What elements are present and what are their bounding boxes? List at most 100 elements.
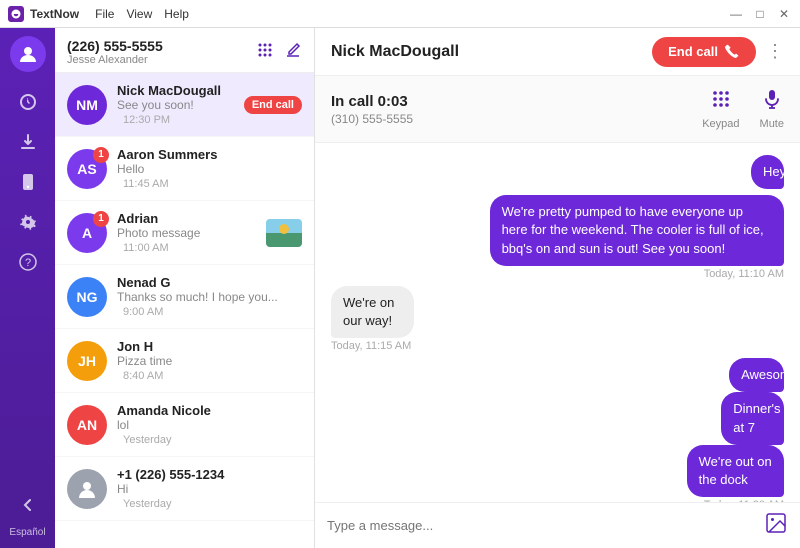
msg-group-awesome: Awesome! Dinner's at 7 We're out on the … bbox=[331, 358, 784, 502]
sidebar-bottom: Español bbox=[9, 487, 45, 548]
contact-preview-aaron: Hello bbox=[117, 162, 302, 176]
contact-time-unknown: Yesterday bbox=[123, 498, 302, 510]
sidebar-item-phone[interactable] bbox=[10, 164, 46, 200]
contact-info-amanda: Amanda Nicole lol Yesterday bbox=[117, 403, 302, 446]
menu-file[interactable]: File bbox=[95, 7, 114, 21]
contact-name-aaron: Aaron Summers bbox=[117, 147, 302, 162]
language-label[interactable]: Español bbox=[9, 527, 45, 538]
keypad-label: Keypad bbox=[702, 118, 739, 130]
titlebar: TextNow File View Help — □ ✕ bbox=[0, 0, 800, 28]
sidebar-item-back[interactable] bbox=[9, 487, 45, 523]
sidebar-item-settings[interactable] bbox=[10, 204, 46, 240]
main-layout: ? Español (226) 555-5555 Jesse Alexander bbox=[0, 28, 800, 548]
close-button[interactable]: ✕ bbox=[776, 7, 792, 21]
call-status: In call 0:03 bbox=[331, 93, 413, 110]
messages-area: Hey! We're pretty pumped to have everyon… bbox=[315, 143, 800, 502]
call-info: In call 0:03 (310) 555-5555 bbox=[331, 93, 413, 126]
app-icon bbox=[8, 6, 24, 22]
contact-time-jonh: 8:40 AM bbox=[123, 370, 302, 382]
chat-panel: Nick MacDougall End call ⋮ In call 0:03 … bbox=[315, 28, 800, 548]
menu-view[interactable]: View bbox=[126, 7, 152, 21]
contact-item-jonh[interactable]: JH Jon H Pizza time 8:40 AM bbox=[55, 329, 314, 393]
contact-info-nenadg: Nenad G Thanks so much! I hope you... 9:… bbox=[117, 275, 302, 318]
dialpad-icon[interactable] bbox=[256, 41, 274, 64]
contact-preview-unknown: Hi bbox=[117, 482, 302, 496]
user-avatar[interactable] bbox=[10, 36, 46, 72]
badge-aaron: 1 bbox=[93, 147, 109, 163]
msg-time: Today, 11:10 AM bbox=[704, 268, 784, 280]
msg-bubble: We're on our way! bbox=[331, 286, 414, 338]
phone-owner-name: Jesse Alexander bbox=[67, 54, 256, 66]
contact-name-nenadg: Nenad G bbox=[117, 275, 302, 290]
sidebar: ? Español bbox=[0, 28, 55, 548]
compose-icon[interactable] bbox=[284, 41, 302, 64]
msg-bubble: Hey! bbox=[751, 155, 784, 189]
mute-button[interactable]: Mute bbox=[760, 88, 784, 130]
msg-bubble: Awesome! bbox=[729, 358, 784, 392]
window-controls: — □ ✕ bbox=[728, 7, 792, 21]
sidebar-item-download[interactable] bbox=[10, 124, 46, 160]
avatar-nenadg: NG bbox=[67, 277, 107, 317]
contact-item-nick[interactable]: NM Nick MacDougall See you soon! 12:30 P… bbox=[55, 73, 314, 137]
svg-text:?: ? bbox=[24, 257, 30, 269]
image-send-icon[interactable] bbox=[764, 511, 788, 541]
chat-header-actions: End call ⋮ bbox=[652, 37, 784, 67]
msg-bubble: We're out on the dock bbox=[687, 445, 784, 497]
msg-group-pumped: We're pretty pumped to have everyone up … bbox=[331, 195, 784, 280]
contact-info-aaron: Aaron Summers Hello 11:45 AM bbox=[117, 147, 302, 190]
keypad-button[interactable]: Keypad bbox=[702, 88, 739, 130]
mute-label: Mute bbox=[760, 118, 784, 130]
message-input[interactable] bbox=[327, 518, 756, 533]
contact-name-nick: Nick MacDougall bbox=[117, 83, 244, 98]
contact-preview-adrian: Photo message bbox=[117, 226, 260, 240]
contact-info-adrian: Adrian Photo message 11:00 AM bbox=[117, 211, 260, 254]
contact-item-aaron[interactable]: 1 AS Aaron Summers Hello 11:45 AM bbox=[55, 137, 314, 201]
avatar-adrian: 1 A bbox=[67, 213, 107, 253]
contact-time-aaron: 11:45 AM bbox=[123, 178, 302, 190]
contact-list: NM Nick MacDougall See you soon! 12:30 P… bbox=[55, 73, 314, 548]
end-call-button[interactable]: End call bbox=[652, 37, 756, 67]
contact-preview-nick: See you soon! bbox=[117, 98, 244, 112]
app-name: TextNow bbox=[30, 7, 79, 21]
msg-row: Dinner's at 7 bbox=[687, 392, 784, 444]
keypad-icon bbox=[710, 88, 732, 116]
contact-panel: (226) 555-5555 Jesse Alexander bbox=[55, 28, 315, 548]
contact-name-amanda: Amanda Nicole bbox=[117, 403, 302, 418]
contact-header-icons bbox=[256, 41, 302, 64]
avatar-jonh: JH bbox=[67, 341, 107, 381]
msg-group-onway: We're on our way! Today, 11:15 AM bbox=[331, 286, 784, 352]
chat-header: Nick MacDougall End call ⋮ bbox=[315, 28, 800, 76]
menu-bar: File View Help bbox=[95, 7, 189, 21]
contact-info-unknown: +1 (226) 555-1234 Hi Yesterday bbox=[117, 467, 302, 510]
contact-item-nenadg[interactable]: NG Nenad G Thanks so much! I hope you...… bbox=[55, 265, 314, 329]
msg-row: We're pretty pumped to have everyone up … bbox=[331, 195, 784, 266]
maximize-button[interactable]: □ bbox=[752, 7, 768, 21]
msg-bubble: We're pretty pumped to have everyone up … bbox=[490, 195, 784, 266]
call-number: (310) 555-5555 bbox=[331, 112, 413, 126]
call-bar: In call 0:03 (310) 555-5555 Keypad bbox=[315, 76, 800, 143]
contact-time-amanda: Yesterday bbox=[123, 434, 302, 446]
msg-row: Hey! bbox=[733, 155, 784, 189]
badge-adrian: 1 bbox=[93, 211, 109, 227]
mute-icon bbox=[761, 88, 783, 116]
contact-name-jonh: Jon H bbox=[117, 339, 302, 354]
phone-info: (226) 555-5555 Jesse Alexander bbox=[67, 38, 256, 66]
contact-name-adrian: Adrian bbox=[117, 211, 260, 226]
avatar-aaron: 1 AS bbox=[67, 149, 107, 189]
msg-row: We're out on the dock bbox=[634, 445, 784, 497]
contact-item-adrian[interactable]: 1 A Adrian Photo message 11:00 AM bbox=[55, 201, 314, 265]
contact-info-nick: Nick MacDougall See you soon! 12:30 PM bbox=[117, 83, 244, 126]
photo-thumb-adrian bbox=[266, 219, 302, 247]
menu-help[interactable]: Help bbox=[164, 7, 189, 21]
sidebar-item-help[interactable]: ? bbox=[10, 244, 46, 280]
contact-preview-amanda: lol bbox=[117, 418, 302, 432]
sidebar-item-speed[interactable] bbox=[10, 84, 46, 120]
contact-time-nick: 12:30 PM bbox=[123, 114, 244, 126]
contact-item-unknown[interactable]: +1 (226) 555-1234 Hi Yesterday bbox=[55, 457, 314, 521]
contact-preview-nenadg: Thanks so much! I hope you... bbox=[117, 290, 302, 304]
chat-contact-name: Nick MacDougall bbox=[331, 43, 459, 61]
msg-bubble: Dinner's at 7 bbox=[721, 392, 784, 444]
more-options-icon[interactable]: ⋮ bbox=[766, 41, 784, 62]
contact-item-amanda[interactable]: AN Amanda Nicole lol Yesterday bbox=[55, 393, 314, 457]
minimize-button[interactable]: — bbox=[728, 7, 744, 21]
